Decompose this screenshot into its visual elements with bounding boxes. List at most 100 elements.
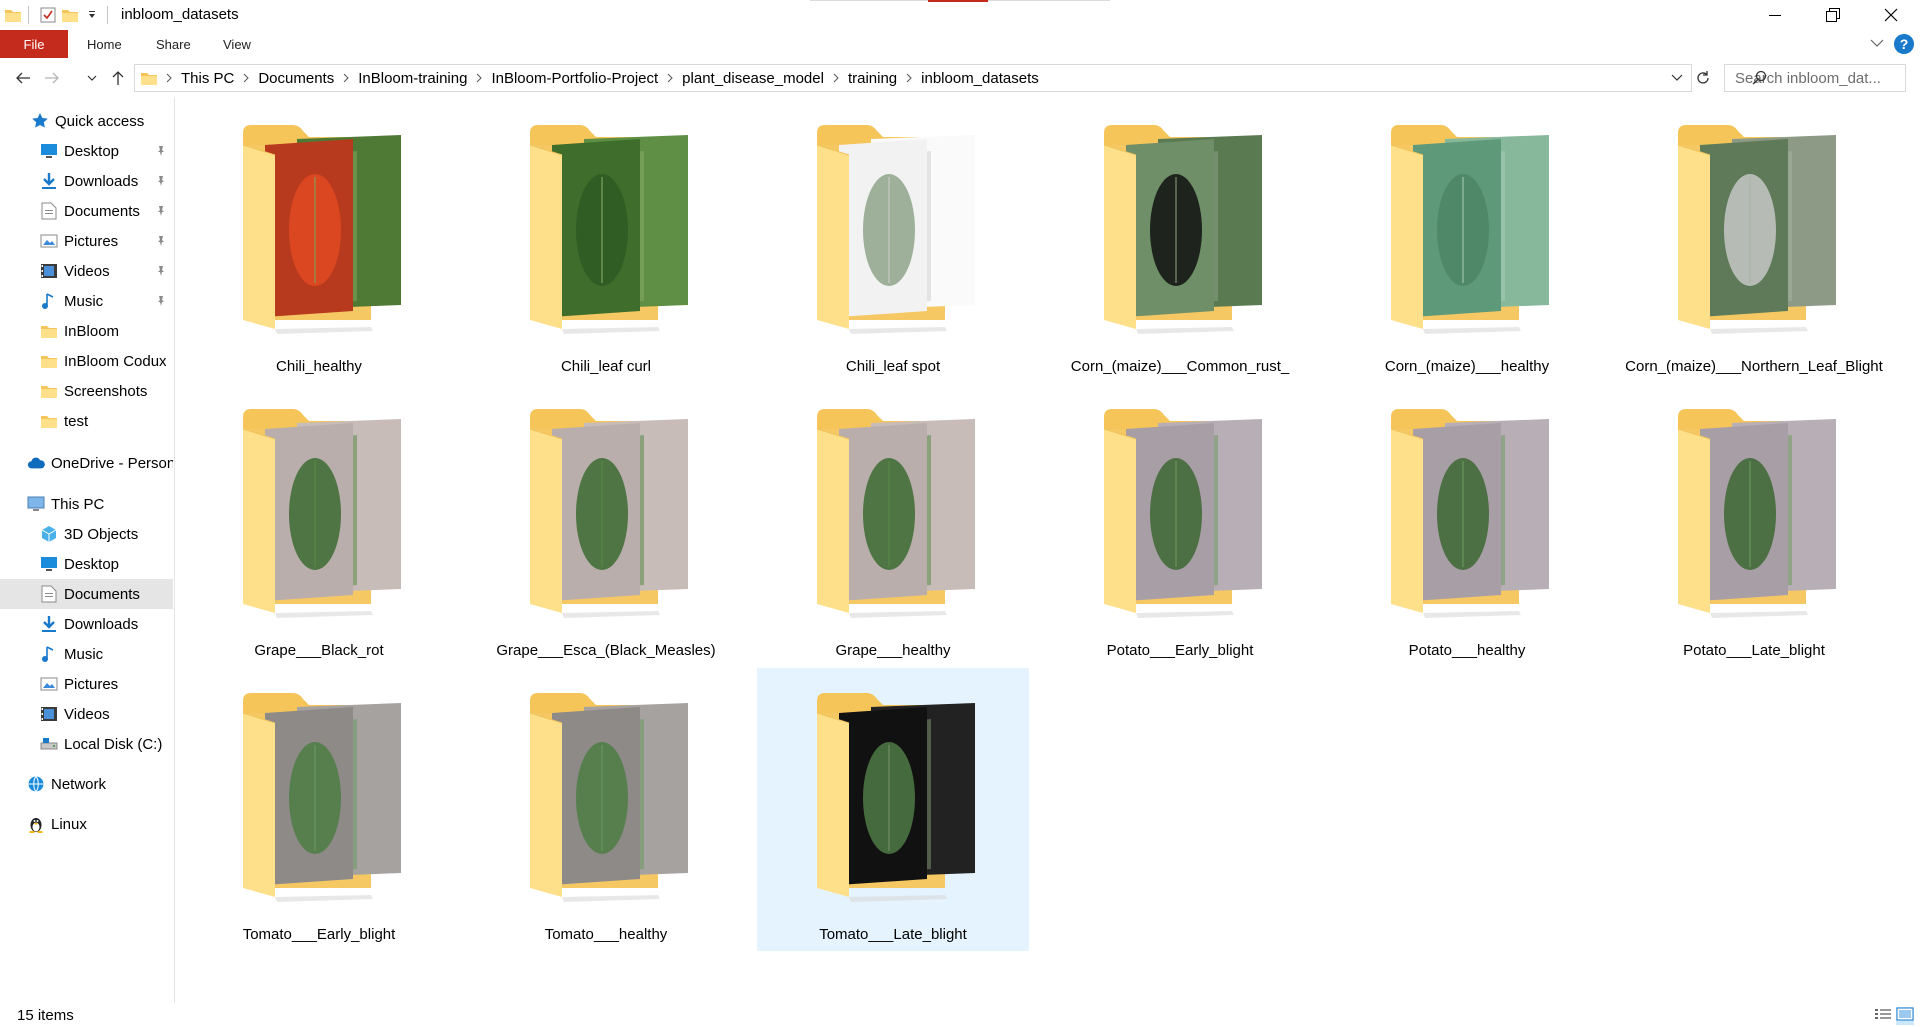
tab-file[interactable]: File	[0, 30, 68, 58]
tab-home[interactable]: Home	[87, 30, 122, 58]
sidebar-item-label: This PC	[51, 495, 105, 513]
up-button[interactable]	[106, 66, 130, 90]
folder-item[interactable]: Chili_leaf curl	[470, 100, 742, 383]
customize-toolbar-chevron-icon[interactable]	[83, 6, 101, 24]
restore-button[interactable]	[1804, 0, 1862, 30]
item-count: 15 items	[17, 1007, 74, 1024]
back-button[interactable]	[11, 66, 35, 90]
sidebar-item-onedrive-person[interactable]: OneDrive - Person	[0, 448, 173, 478]
documents-icon	[40, 202, 58, 220]
minimize-button[interactable]	[1746, 0, 1804, 30]
folder-item[interactable]: Chili_leaf spot	[757, 100, 1029, 383]
pictures-icon	[40, 232, 58, 250]
sidebar-item-quick-access[interactable]: Quick access	[0, 106, 173, 136]
help-icon[interactable]: ?	[1894, 34, 1914, 54]
sidebar-item-3d-objects[interactable]: 3D Objects	[0, 519, 173, 549]
sidebar-item-local-disk-c[interactable]: Local Disk (C:)	[0, 729, 173, 759]
breadcrumb-chevron-icon[interactable]	[833, 73, 839, 83]
large-icons-view-icon[interactable]	[1896, 1007, 1914, 1025]
close-button[interactable]	[1862, 0, 1920, 30]
new-folder-icon[interactable]	[61, 6, 79, 24]
arrow-right-icon	[45, 72, 59, 84]
expand-ribbon-chevron-icon[interactable]	[1870, 35, 1884, 53]
address-bar[interactable]: This PC Documents InBloom-training InBlo…	[134, 64, 1692, 92]
folder-item[interactable]: Corn_(maize)___Common_rust_	[1044, 100, 1316, 383]
folder-item[interactable]: Potato___Early_blight	[1044, 384, 1316, 667]
recent-locations-button[interactable]	[80, 66, 104, 90]
folder-item[interactable]: Chili_healthy	[183, 100, 455, 383]
folder-item[interactable]: Corn_(maize)___Northern_Leaf_Blight	[1618, 100, 1890, 383]
breadcrumb-item[interactable]: inbloom_datasets	[921, 70, 1039, 87]
sidebar-item-music[interactable]: Music	[0, 286, 173, 316]
folder-item[interactable]: Potato___healthy	[1331, 384, 1603, 667]
breadcrumb-item[interactable]: training	[848, 70, 897, 87]
qat-separator	[28, 6, 29, 24]
sidebar-item-downloads[interactable]: Downloads	[0, 609, 173, 639]
sidebar-item-pictures[interactable]: Pictures	[0, 669, 173, 699]
sidebar-item-network[interactable]: Network	[0, 769, 173, 799]
sidebar-item-videos[interactable]: Videos	[0, 256, 173, 286]
ribbon-right: ?	[1870, 34, 1914, 54]
sidebar-item-downloads[interactable]: Downloads	[0, 166, 173, 196]
sidebar-item-label: 3D Objects	[64, 525, 139, 543]
folder-item[interactable]: Corn_(maize)___healthy	[1331, 100, 1603, 383]
breadcrumb-chevron-icon[interactable]	[343, 73, 349, 83]
breadcrumb-item[interactable]: plant_disease_model	[682, 70, 824, 87]
breadcrumb-item[interactable]: This PC	[181, 70, 234, 87]
tab-view[interactable]: View	[223, 30, 251, 58]
breadcrumb-chevron-icon[interactable]	[476, 73, 483, 83]
sidebar-item-documents[interactable]: Documents	[0, 196, 173, 226]
videos-icon	[40, 262, 58, 280]
quick-access-toolbar	[0, 0, 114, 30]
sidebar-item-videos[interactable]: Videos	[0, 699, 173, 729]
status-bar: 15 items	[0, 1003, 1920, 1027]
breadcrumb-item[interactable]: InBloom-Portfolio-Project	[491, 70, 658, 87]
breadcrumb-item[interactable]: InBloom-training	[358, 70, 467, 87]
chevron-down-icon	[87, 75, 97, 81]
sidebar-item-linux[interactable]: Linux	[0, 809, 173, 839]
pin-icon	[155, 204, 167, 221]
address-dropdown-chevron-icon[interactable]	[1671, 70, 1683, 87]
pane-divider[interactable]	[174, 98, 175, 1003]
videos-icon	[40, 705, 58, 723]
folder-name: Chili_leaf spot	[845, 358, 941, 375]
sidebar-item-label: Screenshots	[64, 382, 148, 400]
forward-button[interactable]	[40, 66, 64, 90]
sidebar-item-inbloom[interactable]: InBloom	[0, 316, 173, 346]
folder-item[interactable]: Tomato___Early_blight	[183, 668, 455, 951]
pin-icon	[155, 294, 167, 311]
sidebar-item-this-pc[interactable]: This PC	[0, 489, 173, 519]
folder-icon	[40, 382, 58, 400]
folder-item[interactable]: Grape___Black_rot	[183, 384, 455, 667]
sidebar-item-pictures[interactable]: Pictures	[0, 226, 173, 256]
breadcrumb-chevron-icon[interactable]	[667, 73, 673, 83]
pin-icon	[155, 174, 167, 191]
folder-item[interactable]: Grape___Esca_(Black_Measles)	[470, 384, 742, 667]
folder-name: Tomato___Late_blight	[819, 926, 967, 943]
sidebar-item-label: InBloom	[64, 322, 120, 340]
refresh-button[interactable]	[1691, 64, 1715, 92]
folder-item[interactable]: Tomato___Late_blight	[757, 668, 1029, 951]
folder-item[interactable]: Grape___healthy	[757, 384, 1029, 667]
sidebar-item-desktop[interactable]: Desktop	[0, 136, 173, 166]
title-bar: inbloom_datasets	[0, 0, 1920, 30]
search-box[interactable]: Search inbloom_dat...	[1724, 64, 1906, 92]
properties-check-icon[interactable]	[39, 6, 57, 24]
sidebar-item-documents[interactable]: Documents	[0, 579, 173, 609]
details-view-icon[interactable]	[1874, 1007, 1892, 1025]
breadcrumb-chevron-icon[interactable]	[243, 73, 250, 83]
folder-item[interactable]: Tomato___healthy	[470, 668, 742, 951]
folder-item[interactable]: Potato___Late_blight	[1618, 384, 1890, 667]
breadcrumb-chevron-icon[interactable]	[166, 73, 172, 83]
sidebar-item-test[interactable]: test	[0, 406, 173, 436]
breadcrumb-chevron-icon[interactable]	[906, 73, 912, 83]
sidebar-item-desktop[interactable]: Desktop	[0, 549, 173, 579]
sidebar-item-screenshots[interactable]: Screenshots	[0, 376, 173, 406]
folder-icon	[4, 6, 22, 24]
sidebar-item-inbloom-codux[interactable]: InBloom Codux	[0, 346, 173, 376]
tab-share[interactable]: Share	[156, 30, 191, 58]
sidebar-item-music[interactable]: Music	[0, 639, 173, 669]
breadcrumb-item[interactable]: Documents	[258, 70, 334, 87]
sidebar-item-label: Local Disk (C:)	[64, 735, 163, 753]
pin-icon	[155, 234, 167, 251]
